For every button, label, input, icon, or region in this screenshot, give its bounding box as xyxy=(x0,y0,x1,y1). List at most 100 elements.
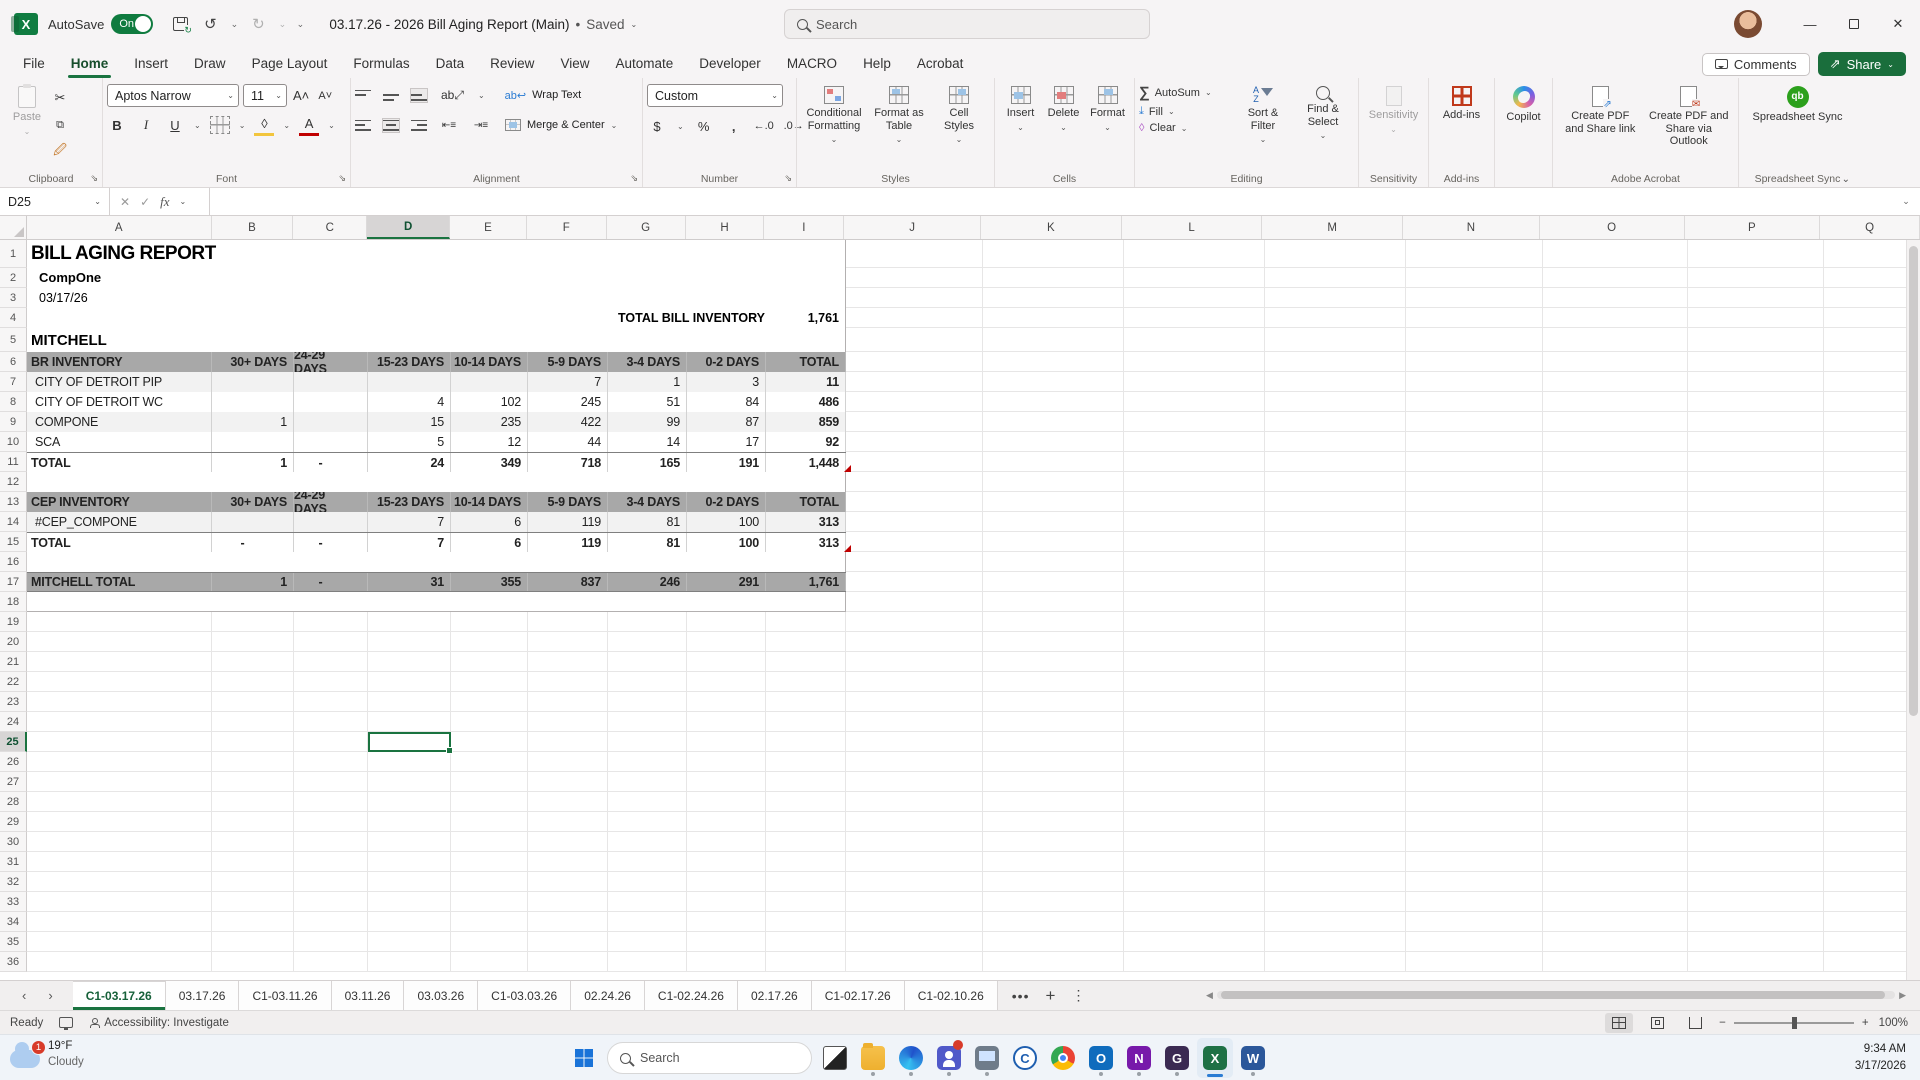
grid-cell[interactable] xyxy=(1265,752,1406,772)
grid-cell[interactable] xyxy=(1406,812,1543,832)
grid-cell[interactable] xyxy=(766,752,846,772)
column-header-G[interactable]: G xyxy=(607,216,686,239)
grid-cell[interactable] xyxy=(27,612,212,632)
grid-cell[interactable] xyxy=(846,712,983,732)
grid-cell[interactable] xyxy=(294,752,368,772)
row-header-36[interactable]: 36 xyxy=(0,952,27,972)
formula-input[interactable] xyxy=(210,188,1892,215)
row-header-22[interactable]: 22 xyxy=(0,672,27,692)
taskbar-icon-g-app[interactable]: G xyxy=(1159,1038,1195,1078)
conditional-formatting-button[interactable]: Conditional Formatting ⌄ xyxy=(801,84,867,146)
grid-cell[interactable] xyxy=(983,308,1124,328)
grid-cell[interactable] xyxy=(983,572,1124,592)
redo-icon[interactable]: ↻ xyxy=(245,11,271,37)
format-as-table-button[interactable]: Format as Table ⌄ xyxy=(867,84,931,146)
grid-cell[interactable]: TOTAL xyxy=(766,492,846,512)
grid-cell[interactable] xyxy=(983,352,1124,372)
grid-cell[interactable] xyxy=(1688,812,1824,832)
grid-cell[interactable] xyxy=(212,912,294,932)
grid-cell[interactable] xyxy=(212,652,294,672)
grid-cell[interactable] xyxy=(1543,792,1688,812)
grid-cell[interactable] xyxy=(1265,472,1406,492)
grid-cell[interactable] xyxy=(766,772,846,792)
grid-cell[interactable] xyxy=(294,852,368,872)
row-header-19[interactable]: 19 xyxy=(0,612,27,632)
grid-cell[interactable] xyxy=(451,632,528,652)
grid-cell[interactable] xyxy=(1543,392,1688,412)
grid-cell[interactable] xyxy=(1265,532,1406,552)
grid-cell[interactable]: 102 xyxy=(451,392,528,412)
sheet-tab-03.11.26[interactable]: 03.11.26 xyxy=(331,981,405,1010)
grid-cell[interactable] xyxy=(1124,532,1265,552)
grid-cell[interactable] xyxy=(766,732,846,752)
grid-cell[interactable] xyxy=(1406,692,1543,712)
grid-cell[interactable] xyxy=(846,872,983,892)
grid-cell[interactable] xyxy=(1688,492,1824,512)
grid-cell[interactable]: 24-29 DAYS xyxy=(294,492,368,512)
grid-cell[interactable]: CEP INVENTORY xyxy=(27,492,212,512)
grid-cell[interactable] xyxy=(1406,452,1543,472)
tab-data[interactable]: Data xyxy=(423,52,478,78)
scroll-right-icon[interactable]: ▶ xyxy=(1899,990,1906,1001)
row-header-30[interactable]: 30 xyxy=(0,832,27,852)
insert-function-icon[interactable]: fx xyxy=(160,194,169,210)
sheet-options-icon[interactable]: ⋮ xyxy=(1071,987,1085,1004)
grid-cell[interactable] xyxy=(846,308,983,328)
grid-cell[interactable] xyxy=(1406,572,1543,592)
row-header-23[interactable]: 23 xyxy=(0,692,27,712)
undo-dropdown-icon[interactable]: ⌄ xyxy=(227,11,241,37)
grid-cell[interactable]: 355 xyxy=(451,573,528,591)
grid-cell[interactable] xyxy=(1688,532,1824,552)
grid-cell[interactable] xyxy=(294,632,368,652)
tab-draw[interactable]: Draw xyxy=(181,52,239,78)
grid-cell[interactable] xyxy=(528,792,608,812)
grid-cell[interactable]: 5 xyxy=(368,432,451,452)
start-button[interactable] xyxy=(566,1038,602,1078)
grid-cell[interactable] xyxy=(528,612,608,632)
taskbar-icon-task-view[interactable] xyxy=(817,1038,853,1078)
grid-cell[interactable] xyxy=(294,832,368,852)
grid-cell[interactable] xyxy=(294,932,368,952)
grid-cell[interactable] xyxy=(1265,652,1406,672)
grid-cell[interactable] xyxy=(528,932,608,952)
grid-cell[interactable] xyxy=(1124,712,1265,732)
grid-cell[interactable] xyxy=(1688,308,1824,328)
grid-cell[interactable] xyxy=(212,772,294,792)
accounting-dropdown-icon[interactable]: ⌄ xyxy=(677,122,684,131)
grid-cell[interactable] xyxy=(294,372,368,392)
clipboard-dialog-launcher[interactable]: ⇘ xyxy=(90,173,98,184)
grid-cell[interactable] xyxy=(212,512,294,532)
format-painter-icon[interactable]: 🖉 xyxy=(50,141,70,163)
grid-cell[interactable] xyxy=(1124,472,1265,492)
grid-cell[interactable] xyxy=(368,872,451,892)
page-layout-view-button[interactable] xyxy=(1643,1013,1671,1033)
bottom-align-icon[interactable] xyxy=(410,87,428,103)
grid-cell[interactable] xyxy=(451,612,528,632)
horizontal-scrollbar[interactable]: ◀ ▶ xyxy=(1206,988,1906,1002)
grid-cell[interactable] xyxy=(294,672,368,692)
row-header-2[interactable]: 2 xyxy=(0,268,27,288)
grid-cell[interactable] xyxy=(846,328,983,352)
grid-cell[interactable] xyxy=(766,912,846,932)
grid-cell[interactable] xyxy=(1406,352,1543,372)
grid-cell[interactable] xyxy=(1688,288,1824,308)
grid-cell[interactable] xyxy=(294,692,368,712)
row-header-4[interactable]: 4 xyxy=(0,308,27,328)
grid-cell[interactable] xyxy=(1265,772,1406,792)
grid-cell[interactable] xyxy=(451,812,528,832)
tab-formulas[interactable]: Formulas xyxy=(340,52,422,78)
grid-cell[interactable] xyxy=(1688,552,1824,572)
grid-cell[interactable] xyxy=(1543,892,1688,912)
fill-color-icon[interactable]: ◊ xyxy=(254,114,275,136)
grid-cell[interactable] xyxy=(1406,512,1543,532)
grid-cell[interactable] xyxy=(528,772,608,792)
grid-cell[interactable] xyxy=(1688,672,1824,692)
grid-cell[interactable] xyxy=(983,372,1124,392)
grid-cell[interactable] xyxy=(451,712,528,732)
macro-record-icon[interactable] xyxy=(59,1017,74,1030)
row-header-28[interactable]: 28 xyxy=(0,792,27,812)
grid-cell[interactable] xyxy=(608,812,687,832)
grid-cell[interactable] xyxy=(983,912,1124,932)
grid-cell[interactable] xyxy=(983,632,1124,652)
grid-cell[interactable]: 119 xyxy=(528,533,608,552)
